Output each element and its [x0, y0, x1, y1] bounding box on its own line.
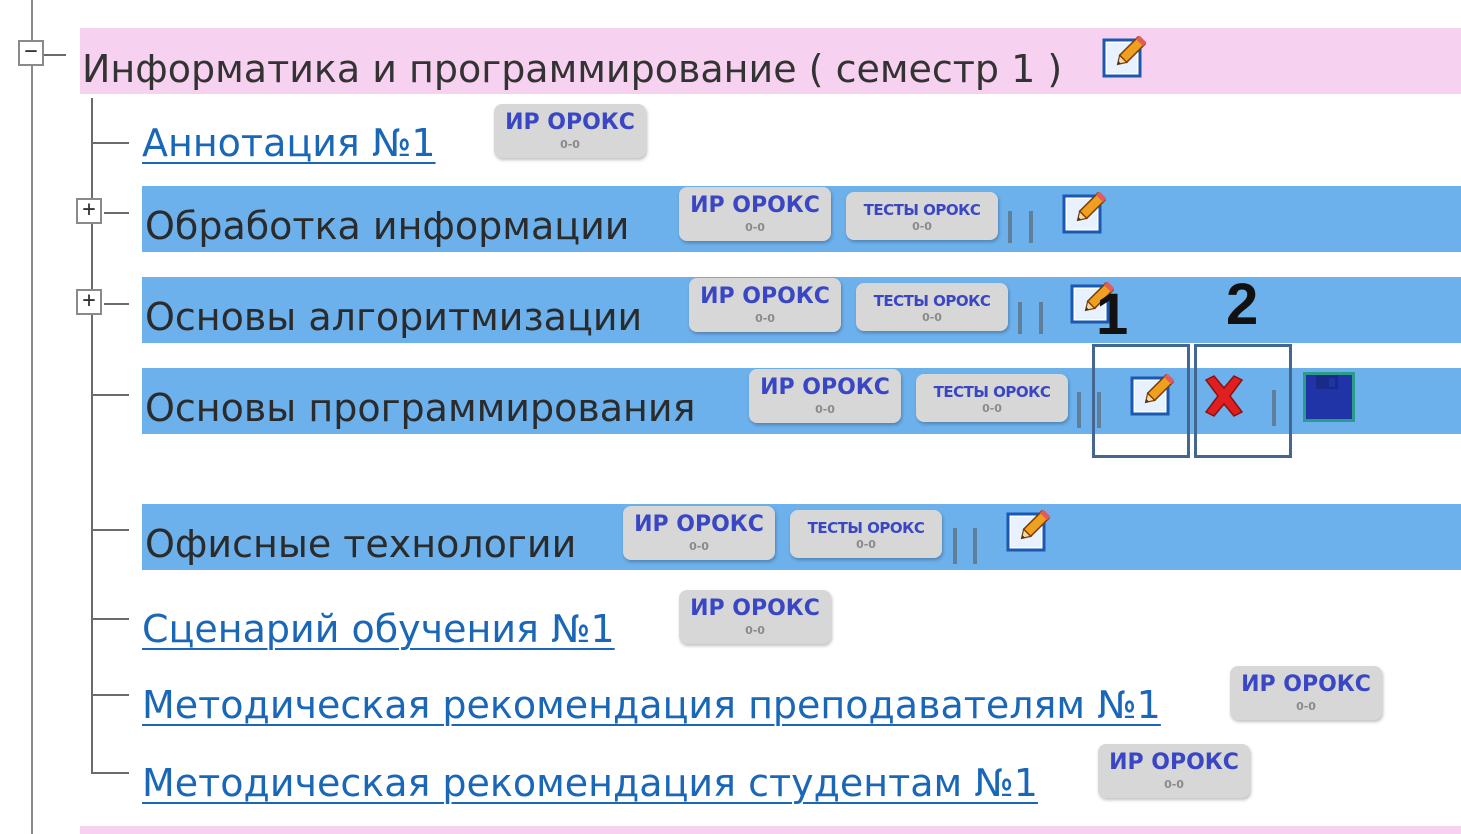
separator — [973, 528, 977, 564]
tree-branch — [44, 54, 66, 56]
annotation-box-2 — [1194, 344, 1292, 458]
badge-label: ИР ОРОКС — [505, 110, 635, 135]
badge-label: ИР ОРОКС — [1241, 672, 1371, 697]
badge-label: ТЕСТЫ ОРОКС — [863, 201, 981, 219]
separator — [1039, 302, 1043, 334]
folder-title: Основы программирования — [145, 386, 696, 430]
badge-label: ИР ОРОКС — [760, 375, 890, 400]
ir-oroks-badge[interactable]: ИР ОРОКС 0-0 — [749, 369, 901, 423]
tree-branch — [91, 694, 129, 696]
tree-branch — [91, 394, 129, 396]
badge-sub: 0-0 — [815, 403, 835, 416]
annotation-marker-2: 2 — [1226, 272, 1259, 337]
root-collapse-toggle[interactable]: − — [18, 40, 44, 66]
badge-label: ИР ОРОКС — [690, 596, 820, 621]
badge-sub: 0-0 — [912, 220, 932, 233]
separator — [1018, 302, 1022, 334]
pencil-edit-icon[interactable] — [1062, 192, 1106, 236]
separator — [1077, 392, 1081, 428]
root-title: Информатика и программирование ( семестр… — [82, 47, 1063, 91]
badge-label: ТЕСТЫ ОРОКС — [807, 519, 925, 537]
next-root-row[interactable] — [80, 826, 1461, 834]
floppy-save-icon[interactable] — [1302, 371, 1356, 423]
separator — [1008, 211, 1012, 243]
tests-oroks-badge[interactable]: ТЕСТЫ ОРОКС 0-0 — [856, 283, 1008, 331]
ir-oroks-badge[interactable]: ИР ОРОКС 0-0 — [679, 187, 831, 241]
tests-oroks-badge[interactable]: ТЕСТЫ ОРОКС 0-0 — [846, 192, 998, 240]
student-recommendation-link[interactable]: Методическая рекомендация студентам №1 — [142, 764, 1038, 802]
pencil-edit-icon[interactable] — [1102, 36, 1146, 80]
badge-label: ИР ОРОКС — [700, 284, 830, 309]
ir-oroks-badge[interactable]: ИР ОРОКС 0-0 — [679, 590, 831, 644]
badge-sub: 0-0 — [982, 402, 1002, 415]
tree-branch — [91, 142, 129, 144]
badge-sub: 0-0 — [755, 312, 775, 325]
badge-sub: 0-0 — [856, 538, 876, 551]
tests-oroks-badge[interactable]: ТЕСТЫ ОРОКС 0-0 — [916, 374, 1068, 422]
ir-oroks-badge[interactable]: ИР ОРОКС 0-0 — [1098, 744, 1250, 798]
badge-label: ИР ОРОКС — [1109, 750, 1239, 775]
expand-toggle[interactable]: + — [76, 198, 102, 224]
badge-label: ТЕСТЫ ОРОКС — [933, 383, 1051, 401]
tree-line-outer — [31, 0, 33, 834]
expand-toggle[interactable]: + — [76, 289, 102, 315]
badge-sub: 0-0 — [1296, 700, 1316, 713]
badge-sub: 0-0 — [745, 624, 765, 637]
pencil-edit-icon[interactable] — [1006, 510, 1050, 554]
ir-oroks-badge[interactable]: ИР ОРОКС 0-0 — [689, 278, 841, 332]
separator — [1029, 211, 1033, 243]
badge-label: ИР ОРОКС — [690, 193, 820, 218]
tree-branch — [104, 212, 129, 214]
tree-branch — [91, 772, 129, 774]
annotation-link[interactable]: Аннотация №1 — [142, 124, 436, 162]
badge-sub: 0-0 — [1164, 778, 1184, 791]
tree-branch — [91, 618, 129, 620]
badge-label: ИР ОРОКС — [634, 512, 764, 537]
ir-oroks-badge[interactable]: ИР ОРОКС 0-0 — [623, 506, 775, 560]
teacher-recommendation-link[interactable]: Методическая рекомендация преподавателям… — [142, 686, 1161, 724]
folder-title: Обработка информации — [145, 204, 630, 248]
badge-sub: 0-0 — [745, 221, 765, 234]
scenario-link[interactable]: Сценарий обучения №1 — [142, 610, 615, 648]
badge-label: ТЕСТЫ ОРОКС — [873, 292, 991, 310]
annotation-box-1 — [1092, 344, 1190, 458]
tests-oroks-badge[interactable]: ТЕСТЫ ОРОКС 0-0 — [790, 510, 942, 558]
tree-branch — [104, 303, 129, 305]
folder-title: Основы алгоритмизации — [145, 295, 643, 339]
badge-sub: 0-0 — [560, 138, 580, 151]
annotation-marker-1: 1 — [1096, 282, 1129, 347]
badge-sub: 0-0 — [689, 540, 709, 553]
tree-branch — [91, 529, 129, 531]
ir-oroks-badge[interactable]: ИР ОРОКС 0-0 — [1230, 666, 1382, 720]
ir-oroks-badge[interactable]: ИР ОРОКС 0-0 — [494, 104, 646, 158]
folder-title: Офисные технологии — [145, 522, 577, 566]
separator — [953, 528, 957, 564]
badge-sub: 0-0 — [922, 311, 942, 324]
